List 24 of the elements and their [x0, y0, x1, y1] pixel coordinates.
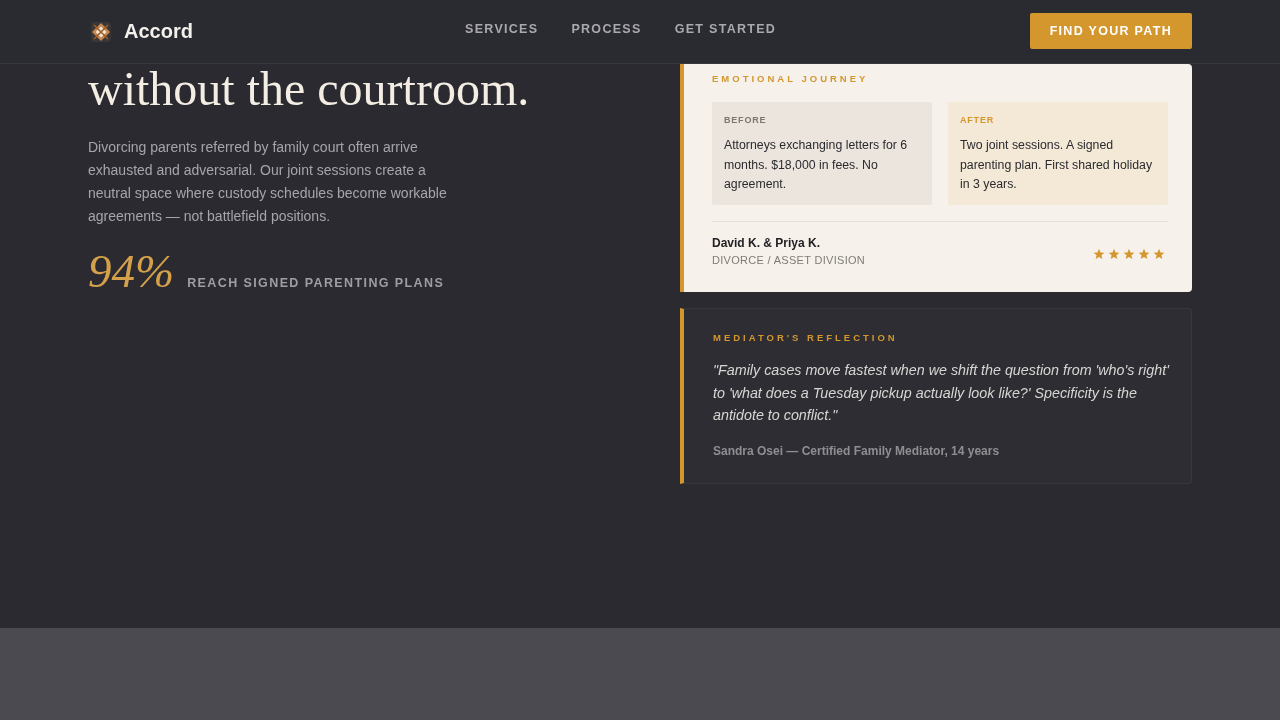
reflection-title: MEDIATOR'S REFLECTION — [713, 332, 899, 344]
quote-text: "Family cases move fastest when we shift the question from 'who's right' to 'what does a Tuesday pickup actually look like?' Specificity is the antidote to conflict." — [713, 361, 1171, 425]
nav-link[interactable]: PROCESS — [571, 21, 642, 36]
logo-icon — [90, 20, 112, 43]
brand-name[interactable]: Accord — [124, 20, 193, 43]
star-icon — [1093, 247, 1105, 260]
client-name: David K. & Priya K. — [712, 235, 822, 251]
stat-value: 94% — [88, 248, 175, 295]
case-type: DIVORCE / ASSET DIVISION — [712, 253, 866, 268]
panel-label: BEFORE — [724, 115, 768, 126]
star-icon — [1123, 247, 1135, 260]
nav-link[interactable]: GET STARTED — [674, 21, 777, 36]
quote-attribution: Sandra Osei — Certified Family Mediator, 14 years — [713, 443, 1001, 458]
panel-text: Attorneys exchanging letters for 6 months. $18,000 in fees. No agreement. — [724, 137, 909, 193]
panel-text: Two joint sessions. A signed parenting plan. First shared holiday in 3 years. — [960, 137, 1154, 193]
nav-link[interactable]: SERVICES — [465, 21, 539, 36]
panel-label: AFTER — [960, 115, 995, 126]
hero-heading: without the courtroom. — [88, 65, 531, 113]
star-icon — [1153, 247, 1165, 260]
star-icon — [1138, 247, 1150, 260]
card-title: EMOTIONAL JOURNEY — [712, 73, 870, 85]
intro-paragraph: Divorcing parents referred by family court often arrive exhausted and adversarial. Our joint sessions create a neutral space where custody schedules become workable agreements — not battlefield positions. — [88, 138, 448, 226]
stat-label: REACH SIGNED PARENTING PLANS — [187, 276, 445, 290]
star-icon — [1108, 247, 1120, 260]
